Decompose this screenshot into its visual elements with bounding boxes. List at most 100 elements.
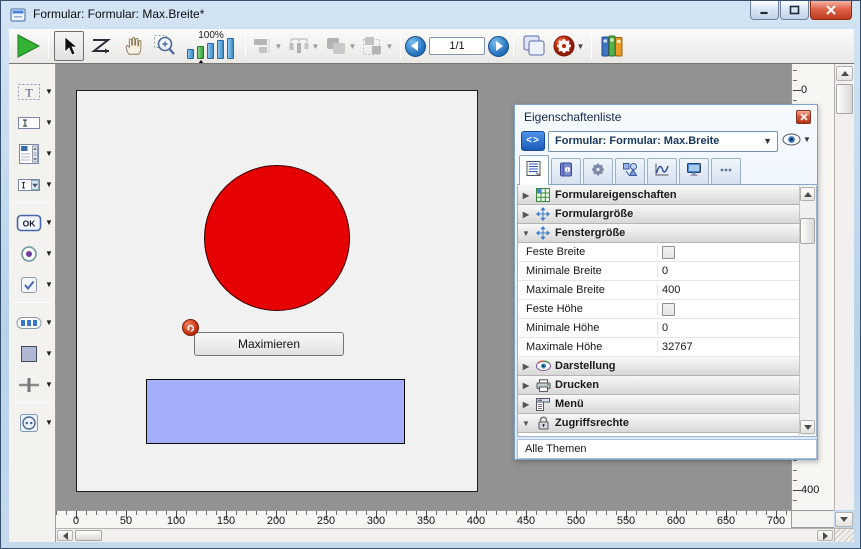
expand-icon[interactable]: ▶: [518, 400, 534, 409]
chevron-down-icon[interactable]: ▼: [45, 149, 53, 158]
expand-icon[interactable]: ▶: [518, 191, 534, 200]
windows-list-button[interactable]: [519, 31, 549, 61]
zoom-widget[interactable]: 100%: [183, 30, 239, 62]
combobox-tool-button[interactable]: ▼: [9, 171, 55, 198]
progressbar-tool-button[interactable]: ▼: [9, 309, 55, 336]
run-form-button[interactable]: [13, 31, 43, 61]
shapes-icon: [622, 162, 638, 182]
collapse-icon[interactable]: ▼: [518, 419, 534, 428]
checkbox-tool-button[interactable]: ▼: [9, 271, 55, 298]
button-tool-button[interactable]: OK▼: [9, 209, 55, 236]
visibility-filter-button[interactable]: ▼: [782, 133, 811, 146]
expand-icon[interactable]: ▶: [518, 362, 534, 371]
feste-hohe-checkbox[interactable]: [662, 303, 675, 316]
zoom-bars-icon[interactable]: [187, 38, 234, 59]
property-group-drucken[interactable]: ▶ Drucken: [518, 376, 799, 395]
next-page-button[interactable]: [488, 36, 509, 57]
vertical-scrollbar[interactable]: [834, 64, 854, 510]
pan-tool-button[interactable]: [118, 31, 148, 61]
tab-display[interactable]: [679, 158, 709, 184]
form-canvas[interactable]: Maximieren: [76, 90, 478, 492]
horizontal-scroll-thumb[interactable]: [75, 530, 102, 541]
zoom-tool-button[interactable]: [150, 31, 180, 61]
rectangle-object[interactable]: [146, 379, 405, 444]
help-library-button[interactable]: [597, 31, 627, 61]
panel-scroll-thumb[interactable]: [800, 218, 815, 244]
close-button[interactable]: [810, 1, 852, 20]
scroll-down-button[interactable]: [800, 420, 815, 434]
scroll-down-button[interactable]: [835, 512, 853, 527]
tab-curves[interactable]: [647, 158, 677, 184]
chevron-down-icon[interactable]: ▼: [576, 42, 585, 51]
property-row-maximale-hohe[interactable]: Maximale Höhe32767: [518, 338, 799, 357]
scroll-up-button[interactable]: [800, 187, 815, 201]
settings-button[interactable]: ▼: [551, 31, 586, 61]
tab-documentation[interactable]: i: [551, 158, 581, 184]
chevron-down-icon[interactable]: ▼: [45, 318, 53, 327]
chevron-down-icon[interactable]: ▼: [45, 280, 53, 289]
property-row-feste-breite[interactable]: Feste Breite: [518, 243, 799, 262]
tab-more[interactable]: [711, 158, 741, 184]
property-group-zugriffsrechte[interactable]: ▼Zugriffsrechte: [518, 414, 799, 433]
chevron-down-icon[interactable]: ▼: [45, 349, 53, 358]
titlebar[interactable]: Formular: Formular: Max.Breite*: [1, 1, 861, 29]
properties-panel-titlebar[interactable]: Eigenschaftenliste: [515, 105, 817, 130]
tab-objects[interactable]: [615, 158, 645, 184]
resize-grip[interactable]: [834, 528, 854, 542]
chevron-down-icon[interactable]: ▼: [45, 87, 53, 96]
scroll-right-button[interactable]: [817, 530, 833, 541]
object-type-icon[interactable]: <>: [521, 131, 545, 151]
listbox-tool-button[interactable]: ▼: [9, 140, 55, 167]
minimale-hohe-value[interactable]: 0: [662, 322, 668, 334]
minimize-button[interactable]: [750, 1, 779, 20]
property-group-menu[interactable]: ▶Menü: [518, 395, 799, 414]
chevron-down-icon[interactable]: ▼: [45, 218, 53, 227]
polyline-tool-button[interactable]: [86, 31, 116, 61]
ruler-label: 650: [717, 515, 735, 527]
select-tool-button[interactable]: [54, 31, 84, 61]
splitter-tool-button[interactable]: ▼: [9, 371, 55, 398]
arrow-down-icon: [804, 425, 812, 430]
tab-settings[interactable]: [583, 158, 613, 184]
panel-close-button[interactable]: [796, 110, 811, 124]
property-group-fenstergrosse[interactable]: ▼Fenstergröße: [518, 224, 799, 243]
panel-scrollbar[interactable]: [799, 186, 816, 435]
expand-icon[interactable]: ▶: [518, 210, 534, 219]
property-row-minimale-hohe[interactable]: Minimale Höhe0: [518, 319, 799, 338]
maximale-breite-value[interactable]: 400: [662, 284, 680, 296]
property-group-formulargrosse[interactable]: ▶Formulargröße: [518, 205, 799, 224]
radiobutton-tool-button[interactable]: ▼: [9, 240, 55, 267]
textfield-tool-button[interactable]: ▼: [9, 109, 55, 136]
property-group-formulareigenschaften[interactable]: ▶Formulareigenschaften: [518, 186, 799, 205]
minimale-breite-value[interactable]: 0: [662, 265, 668, 277]
plugin-tool-button[interactable]: ▼: [9, 409, 55, 436]
maximize-form-button-object[interactable]: Maximieren: [194, 332, 344, 356]
object-selector-dropdown[interactable]: Formular: Formular: Max.Breite ▼: [548, 131, 778, 152]
chevron-down-icon[interactable]: ▼: [45, 249, 53, 258]
app-window: Formular: Formular: Max.Breite*: [0, 0, 861, 549]
scroll-up-button[interactable]: [836, 66, 853, 81]
label-tool-button[interactable]: T▼: [9, 78, 55, 105]
ellipse-object[interactable]: [204, 165, 350, 311]
vertical-scroll-thumb[interactable]: [836, 84, 853, 114]
arrange-button: ▼: [323, 31, 358, 61]
maximale-hohe-value[interactable]: 32767: [662, 341, 693, 353]
property-group-darstellung[interactable]: ▶Darstellung: [518, 357, 799, 376]
chevron-down-icon[interactable]: ▼: [45, 118, 53, 127]
chevron-down-icon[interactable]: ▼: [45, 418, 53, 427]
chevron-down-icon[interactable]: ▼: [45, 180, 53, 189]
expand-icon[interactable]: ▶: [518, 381, 534, 390]
previous-page-button[interactable]: [405, 36, 426, 57]
maximize-button[interactable]: [780, 1, 809, 20]
property-row-minimale-breite[interactable]: Minimale Breite0: [518, 262, 799, 281]
chevron-down-icon[interactable]: ▼: [45, 380, 53, 389]
collapse-icon[interactable]: ▼: [518, 229, 534, 238]
scroll-left-button[interactable]: [57, 530, 73, 541]
group-label: Drucken: [555, 379, 599, 391]
rectangle-tool-button[interactable]: ▼: [9, 340, 55, 367]
horizontal-scrollbar[interactable]: [56, 528, 834, 542]
property-row-maximale-breite[interactable]: Maximale Breite400: [518, 281, 799, 300]
property-row-feste-hohe[interactable]: Feste Höhe: [518, 300, 799, 319]
feste-breite-checkbox[interactable]: [662, 246, 675, 259]
tab-properties[interactable]: [519, 155, 549, 185]
